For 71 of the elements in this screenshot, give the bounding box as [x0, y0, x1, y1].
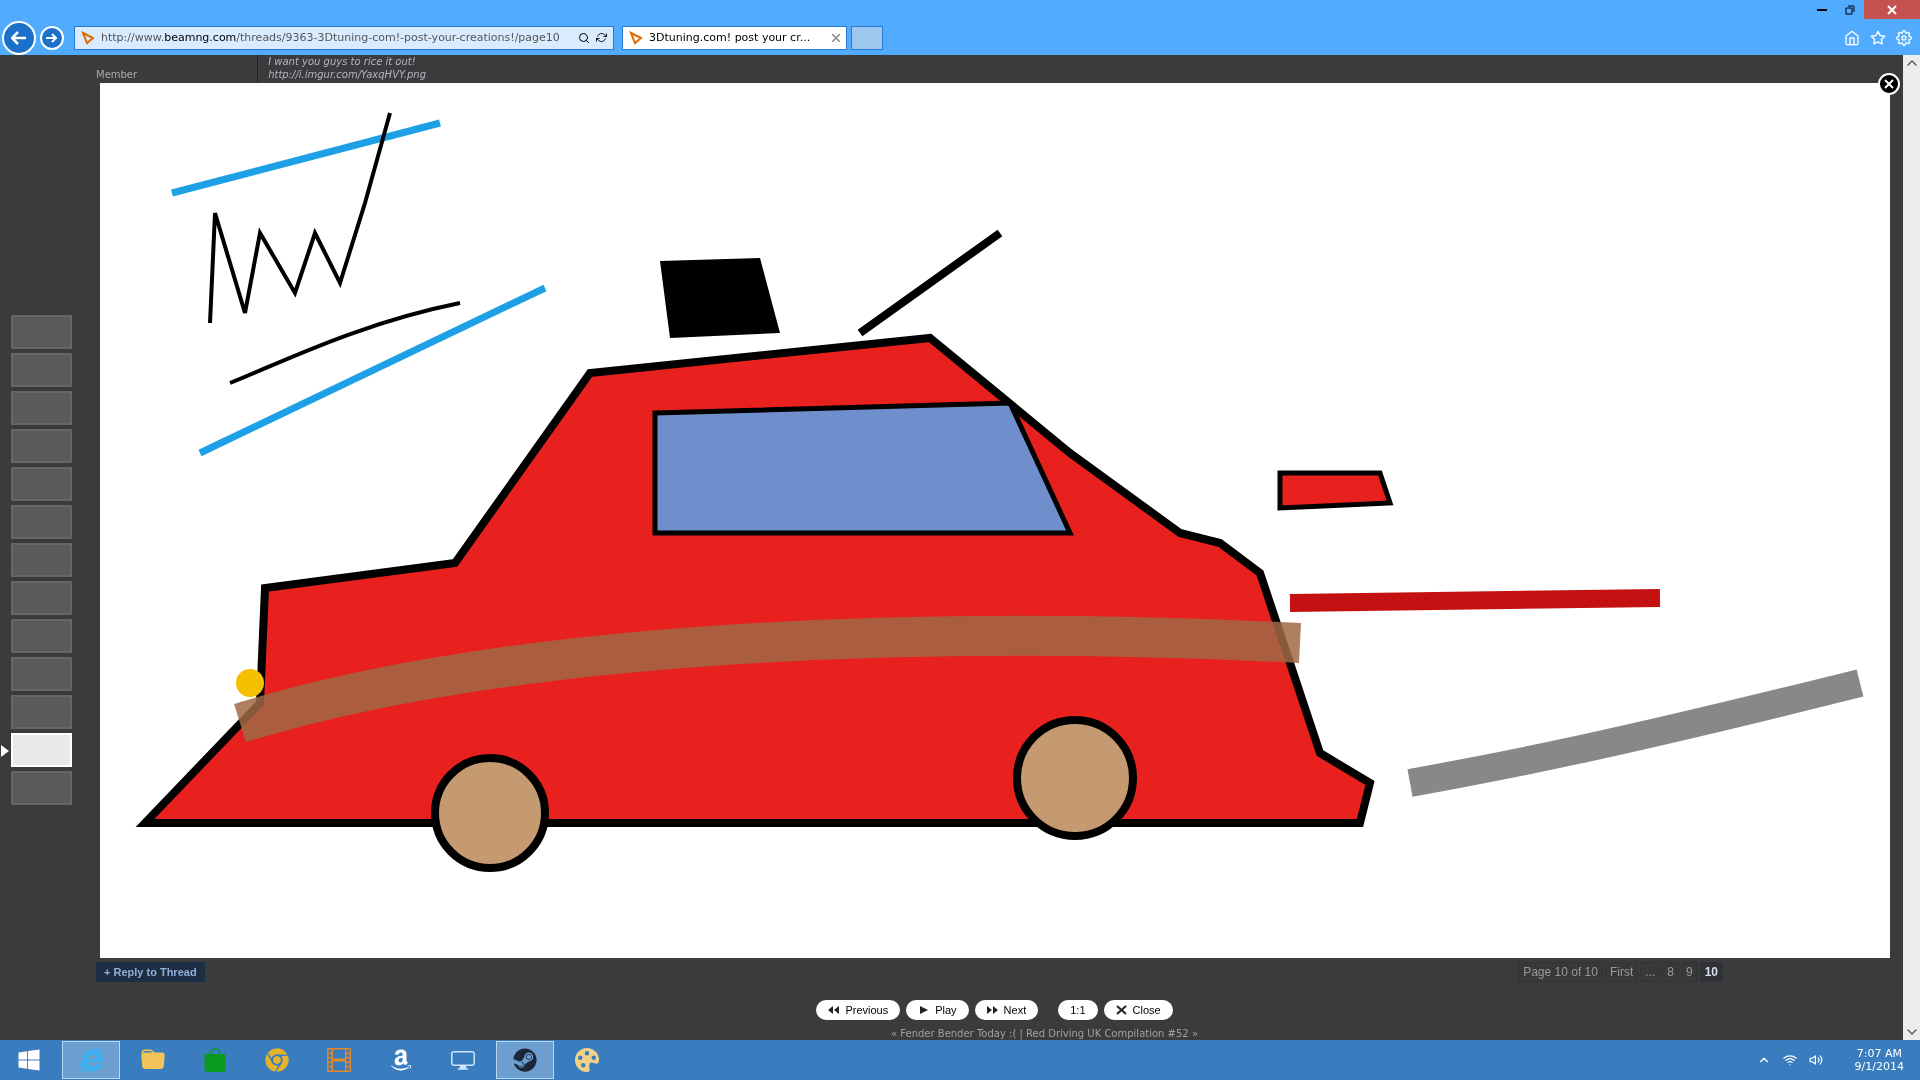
post-text: I want you guys to rice it out! — [268, 55, 417, 68]
thumbnail[interactable] — [11, 695, 72, 729]
thumbnail[interactable] — [11, 353, 72, 387]
search-icon[interactable] — [578, 31, 590, 44]
e-logo-icon — [79, 1048, 103, 1072]
close-icon — [1887, 4, 1897, 15]
close-button[interactable] — [1864, 0, 1920, 19]
home-icon[interactable] — [1844, 29, 1860, 46]
letter-a-icon — [389, 1048, 413, 1072]
film-icon — [327, 1048, 351, 1072]
thumbnail[interactable] — [11, 429, 72, 463]
monitor-icon — [451, 1048, 475, 1072]
forward-button[interactable] — [40, 25, 64, 50]
url-text: http://www.beamng.com/threads/9363-3Dtuning-com!-post-your-creations!/page10 — [101, 31, 561, 44]
close-icon — [1884, 78, 1894, 89]
back-button[interactable] — [2, 20, 36, 55]
pointer-icon — [1, 745, 9, 757]
slideshow-button[interactable]: Next — [974, 1000, 1039, 1020]
thumbnail[interactable] — [11, 505, 72, 539]
thumbnail[interactable] — [11, 657, 72, 691]
volume-icon[interactable] — [1808, 1053, 1823, 1067]
scrollbar[interactable] — [1903, 55, 1920, 1040]
site-logo-icon — [81, 30, 95, 45]
thumbnail[interactable] — [11, 315, 72, 349]
page-ellipsis[interactable]: ... — [1640, 962, 1661, 982]
thumbnail[interactable] — [11, 543, 72, 577]
close-tab-icon[interactable] — [832, 33, 840, 42]
thumbnail[interactable] — [11, 581, 72, 615]
tab-title: 3Dtuning.com! post your cr... — [649, 31, 812, 44]
thumbnail[interactable] — [11, 391, 72, 425]
new-tab-button[interactable] — [851, 25, 883, 50]
thumbnail[interactable] — [11, 771, 72, 805]
minimize-icon — [1817, 8, 1827, 11]
post-text: http://i.imgur.com/YaxqHVY.png — [268, 68, 426, 81]
lightbox-close-button[interactable] — [1878, 73, 1900, 95]
site-logo-icon — [629, 30, 643, 45]
first-page-link[interactable]: First — [1604, 962, 1639, 982]
windows-logo-icon — [17, 1048, 41, 1072]
previous-icon — [828, 1005, 840, 1015]
slideshow-button[interactable]: Previous — [816, 1000, 901, 1020]
network-icon[interactable] — [1782, 1053, 1797, 1067]
round-logo-icon — [265, 1048, 289, 1072]
restore-icon — [1845, 4, 1855, 15]
slideshow-button[interactable]: Play — [906, 1000, 969, 1020]
circle-logo-icon — [513, 1048, 537, 1072]
favorites-star-icon[interactable] — [1870, 29, 1886, 46]
page-summary[interactable]: Page 10 of 10 — [1518, 962, 1603, 982]
forward-arrow-icon — [46, 32, 58, 43]
shopping-bag-icon — [203, 1048, 227, 1072]
slideshow-button[interactable]: 1:1 — [1058, 1000, 1098, 1020]
play-icon — [918, 1005, 930, 1015]
page-link[interactable]: 10 — [1699, 962, 1723, 982]
thread-navigation-text: « Fender Bender Today :( | Red Driving UK Compilation #52 » — [890, 1028, 1199, 1040]
thumbnail[interactable] — [11, 619, 72, 653]
page-link[interactable]: 8 — [1662, 962, 1679, 982]
close-icon — [1115, 1005, 1127, 1015]
reply-button[interactable]: + Reply to Thread — [96, 962, 205, 982]
palette-icon — [575, 1048, 599, 1072]
slideshow-button[interactable]: Close — [1103, 1000, 1173, 1020]
clock[interactable]: 7:07 AM 9/1/2014 — [1854, 1047, 1904, 1073]
thumbnail[interactable] — [11, 467, 72, 501]
folder-icon — [141, 1048, 165, 1072]
settings-icon[interactable] — [1896, 29, 1912, 46]
author-role: Member — [96, 68, 138, 82]
browser-tab[interactable]: 3Dtuning.com! post your cr... — [622, 25, 847, 50]
refresh-icon[interactable] — [596, 32, 607, 43]
next-icon — [986, 1005, 998, 1015]
address-bar[interactable]: http://www.beamng.com/threads/9363-3Dtuning-com!-post-your-creations!/page10 — [74, 25, 614, 50]
back-arrow-icon — [11, 30, 27, 45]
page-link[interactable]: 9 — [1680, 962, 1698, 982]
taskbar-button[interactable] — [496, 1041, 554, 1079]
